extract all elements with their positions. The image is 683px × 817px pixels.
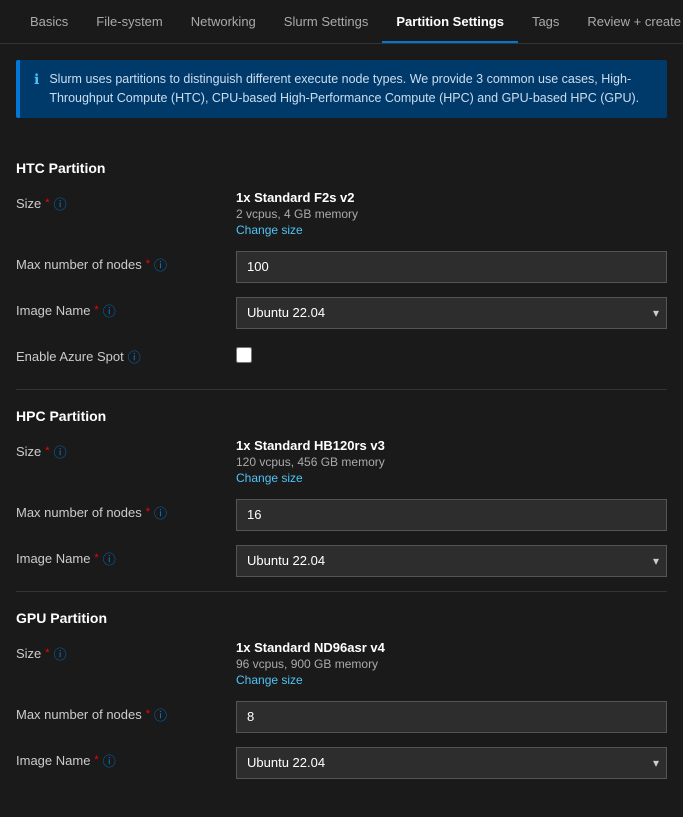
hpc-change-size-link[interactable]: Change size (236, 471, 303, 485)
nav-item-review---create[interactable]: Review + create (573, 2, 683, 43)
htc-azure-spot-label: Enable Azure Spot ⓘ (16, 343, 236, 366)
info-banner: ℹ Slurm uses partitions to distinguish d… (16, 60, 667, 118)
gpu-image-row: Image Name * ⓘ Ubuntu 20.04 Ubuntu 22.04… (16, 747, 667, 779)
htc-max-nodes-info-icon[interactable]: ⓘ (154, 255, 167, 274)
htc-azure-spot-value (236, 343, 667, 366)
hpc-max-nodes-info-icon[interactable]: ⓘ (154, 503, 167, 522)
htc-azure-spot-info-icon[interactable]: ⓘ (128, 347, 141, 366)
htc-vm-name: 1x Standard F2s v2 (236, 190, 667, 205)
nav-item-file-system[interactable]: File-system (82, 2, 176, 43)
htc-size-info-icon[interactable]: ⓘ (54, 194, 67, 213)
htc-max-nodes-required: * (146, 258, 150, 270)
htc-hpc-divider (16, 389, 667, 390)
hpc-size-required: * (45, 445, 49, 457)
hpc-vm-detail: 120 vcpus, 456 GB memory (236, 455, 667, 469)
gpu-max-nodes-value (236, 701, 667, 733)
gpu-size-label: Size * ⓘ (16, 640, 236, 663)
nav-item-networking[interactable]: Networking (177, 2, 270, 43)
htc-size-required: * (45, 197, 49, 209)
gpu-image-select[interactable]: Ubuntu 20.04 Ubuntu 22.04 Ubuntu 24.04 (236, 747, 667, 779)
gpu-max-nodes-label: Max number of nodes * ⓘ (16, 701, 236, 724)
info-banner-text: Slurm uses partitions to distinguish dif… (49, 70, 653, 108)
nav-item-partition-settings[interactable]: Partition Settings (382, 2, 518, 43)
htc-max-nodes-label: Max number of nodes * ⓘ (16, 251, 236, 274)
gpu-size-info-icon[interactable]: ⓘ (54, 644, 67, 663)
htc-image-label: Image Name * ⓘ (16, 297, 236, 320)
nav-item-basics[interactable]: Basics (16, 2, 82, 43)
hpc-image-required: * (94, 552, 98, 564)
hpc-image-row: Image Name * ⓘ Ubuntu 20.04 Ubuntu 22.04… (16, 545, 667, 577)
htc-azure-spot-checkbox[interactable] (236, 347, 252, 363)
htc-azure-spot-row: Enable Azure Spot ⓘ (16, 343, 667, 375)
gpu-max-nodes-required: * (146, 708, 150, 720)
htc-vm-detail: 2 vcpus, 4 GB memory (236, 207, 667, 221)
gpu-image-label: Image Name * ⓘ (16, 747, 236, 770)
htc-image-select-wrapper: Ubuntu 20.04 Ubuntu 22.04 Ubuntu 24.04 ▾ (236, 297, 667, 329)
htc-image-row: Image Name * ⓘ Ubuntu 20.04 Ubuntu 22.04… (16, 297, 667, 329)
hpc-size-info-icon[interactable]: ⓘ (54, 442, 67, 461)
hpc-image-label: Image Name * ⓘ (16, 545, 236, 568)
gpu-image-select-wrapper: Ubuntu 20.04 Ubuntu 22.04 Ubuntu 24.04 ▾ (236, 747, 667, 779)
hpc-max-nodes-value (236, 499, 667, 531)
gpu-max-nodes-row: Max number of nodes * ⓘ (16, 701, 667, 733)
htc-size-row: Size * ⓘ 1x Standard F2s v2 2 vcpus, 4 G… (16, 190, 667, 237)
hpc-max-nodes-input[interactable] (236, 499, 667, 531)
htc-change-size-link[interactable]: Change size (236, 223, 303, 237)
hpc-gpu-divider (16, 591, 667, 592)
hpc-section-heading: HPC Partition (16, 408, 667, 424)
gpu-image-info-icon[interactable]: ⓘ (103, 751, 116, 770)
hpc-size-row: Size * ⓘ 1x Standard HB120rs v3 120 vcpu… (16, 438, 667, 485)
htc-image-select[interactable]: Ubuntu 20.04 Ubuntu 22.04 Ubuntu 24.04 (236, 297, 667, 329)
gpu-max-nodes-info-icon[interactable]: ⓘ (154, 705, 167, 724)
hpc-image-select[interactable]: Ubuntu 20.04 Ubuntu 22.04 Ubuntu 24.04 (236, 545, 667, 577)
gpu-max-nodes-input[interactable] (236, 701, 667, 733)
nav-item-slurm-settings[interactable]: Slurm Settings (270, 2, 383, 43)
main-content: HTC Partition Size * ⓘ 1x Standard F2s v… (0, 134, 683, 817)
htc-size-label: Size * ⓘ (16, 190, 236, 213)
htc-max-nodes-value (236, 251, 667, 283)
gpu-vm-detail: 96 vcpus, 900 GB memory (236, 657, 667, 671)
gpu-change-size-link[interactable]: Change size (236, 673, 303, 687)
hpc-max-nodes-required: * (146, 506, 150, 518)
gpu-section-heading: GPU Partition (16, 610, 667, 626)
hpc-image-info-icon[interactable]: ⓘ (103, 549, 116, 568)
hpc-max-nodes-label: Max number of nodes * ⓘ (16, 499, 236, 522)
hpc-vm-name: 1x Standard HB120rs v3 (236, 438, 667, 453)
gpu-size-row: Size * ⓘ 1x Standard ND96asr v4 96 vcpus… (16, 640, 667, 687)
htc-section-heading: HTC Partition (16, 160, 667, 176)
gpu-image-required: * (94, 754, 98, 766)
htc-max-nodes-row: Max number of nodes * ⓘ (16, 251, 667, 283)
gpu-vm-name: 1x Standard ND96asr v4 (236, 640, 667, 655)
hpc-size-label: Size * ⓘ (16, 438, 236, 461)
info-icon: ℹ (34, 71, 39, 88)
nav-item-tags[interactable]: Tags (518, 2, 573, 43)
hpc-image-select-wrapper: Ubuntu 20.04 Ubuntu 22.04 Ubuntu 24.04 ▾ (236, 545, 667, 577)
htc-size-value: 1x Standard F2s v2 2 vcpus, 4 GB memory … (236, 190, 667, 237)
htc-max-nodes-input[interactable] (236, 251, 667, 283)
htc-image-required: * (94, 304, 98, 316)
gpu-size-value: 1x Standard ND96asr v4 96 vcpus, 900 GB … (236, 640, 667, 687)
gpu-size-required: * (45, 647, 49, 659)
top-nav: BasicsFile-systemNetworkingSlurm Setting… (0, 0, 683, 44)
htc-image-info-icon[interactable]: ⓘ (103, 301, 116, 320)
hpc-max-nodes-row: Max number of nodes * ⓘ (16, 499, 667, 531)
hpc-size-value: 1x Standard HB120rs v3 120 vcpus, 456 GB… (236, 438, 667, 485)
